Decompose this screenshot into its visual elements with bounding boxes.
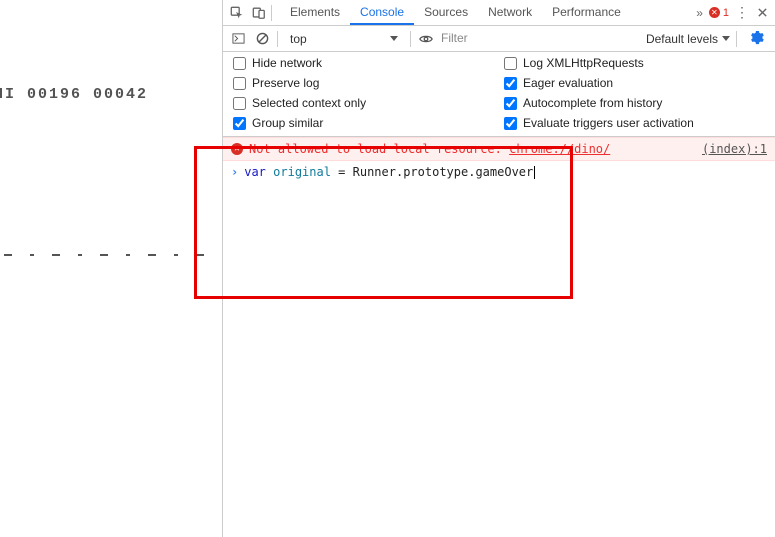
checkbox[interactable]: [504, 97, 517, 110]
checkbox[interactable]: [504, 77, 517, 90]
tab-network[interactable]: Network: [478, 0, 542, 25]
game-score: HI 00196 00042: [0, 86, 148, 103]
chevron-down-icon: [390, 36, 398, 41]
tab-label: Network: [488, 5, 532, 19]
setting-selected-context[interactable]: Selected context only: [233, 96, 494, 110]
setting-label: Selected context only: [252, 96, 366, 110]
error-circle-icon: ✕: [709, 7, 720, 18]
tab-label: Sources: [424, 5, 468, 19]
separator: [271, 5, 272, 21]
setting-log-xhr[interactable]: Log XMLHttpRequests: [504, 56, 765, 70]
sidebar-toggle-icon[interactable]: [229, 30, 247, 48]
setting-label: Preserve log: [252, 76, 319, 90]
log-levels-selector[interactable]: Default levels: [646, 32, 730, 46]
tab-sources[interactable]: Sources: [414, 0, 478, 25]
devtools-panel: Elements Console Sources Network Perform…: [223, 0, 775, 537]
separator: [277, 31, 278, 47]
inspect-icon[interactable]: [227, 3, 247, 23]
levels-label: Default levels: [646, 32, 718, 46]
setting-label: Group similar: [252, 116, 323, 130]
setting-label: Hide network: [252, 56, 322, 70]
kebab-menu-icon[interactable]: ⋮: [733, 4, 751, 21]
error-message: Not allowed to load local resource: chro…: [249, 140, 610, 158]
separator: [410, 31, 411, 47]
setting-preserve-log[interactable]: Preserve log: [233, 76, 494, 90]
checkbox[interactable]: [233, 57, 246, 70]
tab-label: Performance: [552, 5, 621, 19]
setting-evaluate-triggers[interactable]: Evaluate triggers user activation: [504, 116, 765, 130]
game-ground: [0, 254, 222, 256]
close-icon[interactable]: [753, 7, 771, 18]
console-toolbar: top Default levels: [223, 26, 775, 52]
checkbox[interactable]: [233, 117, 246, 130]
checkbox[interactable]: [233, 77, 246, 90]
checkbox[interactable]: [233, 97, 246, 110]
chevron-down-icon: [722, 36, 730, 41]
tab-console[interactable]: Console: [350, 0, 414, 25]
console-input-line[interactable]: › var original = Runner.prototype.gameOv…: [223, 161, 775, 183]
context-value: top: [290, 32, 307, 46]
setting-group-similar[interactable]: Group similar: [233, 116, 494, 130]
tab-label: Console: [360, 5, 404, 19]
more-tabs-icon[interactable]: »: [692, 6, 707, 20]
clear-console-icon[interactable]: [253, 30, 271, 48]
console-settings: Hide network Log XMLHttpRequests Preserv…: [223, 52, 775, 137]
setting-label: Autocomplete from history: [523, 96, 662, 110]
setting-label: Evaluate triggers user activation: [523, 116, 694, 130]
devtools-tabbar: Elements Console Sources Network Perform…: [223, 0, 775, 26]
tabs-container: Elements Console Sources Network Perform…: [280, 0, 631, 25]
tab-elements[interactable]: Elements: [280, 0, 350, 25]
page-pane: HI 00196 00042: [0, 0, 223, 537]
error-resource-link[interactable]: chrome://dino/: [509, 142, 610, 156]
error-source-link[interactable]: (index):1: [692, 140, 767, 158]
tab-performance[interactable]: Performance: [542, 0, 631, 25]
gear-icon[interactable]: [749, 30, 769, 48]
live-expression-icon[interactable]: [417, 30, 435, 48]
console-input-text[interactable]: var original = Runner.prototype.gameOver: [244, 163, 535, 181]
separator: [736, 31, 737, 47]
error-icon: ✕: [231, 143, 243, 155]
checkbox[interactable]: [504, 117, 517, 130]
setting-hide-network[interactable]: Hide network: [233, 56, 494, 70]
context-selector[interactable]: top: [284, 32, 404, 46]
device-toggle-icon[interactable]: [249, 3, 269, 23]
error-count: 1: [723, 7, 729, 19]
error-badge[interactable]: ✕ 1: [709, 7, 729, 19]
filter-input[interactable]: [441, 29, 571, 48]
console-error-line[interactable]: ✕ Not allowed to load local resource: ch…: [223, 137, 775, 161]
setting-autocomplete-history[interactable]: Autocomplete from history: [504, 96, 765, 110]
setting-eager-eval[interactable]: Eager evaluation: [504, 76, 765, 90]
setting-label: Eager evaluation: [523, 76, 613, 90]
prompt-icon: ›: [231, 163, 238, 181]
console-output[interactable]: ✕ Not allowed to load local resource: ch…: [223, 137, 775, 537]
error-prefix: Not allowed to load local resource:: [249, 142, 509, 156]
text-cursor: [534, 166, 535, 179]
filter-field[interactable]: [441, 29, 571, 48]
setting-label: Log XMLHttpRequests: [523, 56, 644, 70]
tab-label: Elements: [290, 5, 340, 19]
checkbox[interactable]: [504, 57, 517, 70]
